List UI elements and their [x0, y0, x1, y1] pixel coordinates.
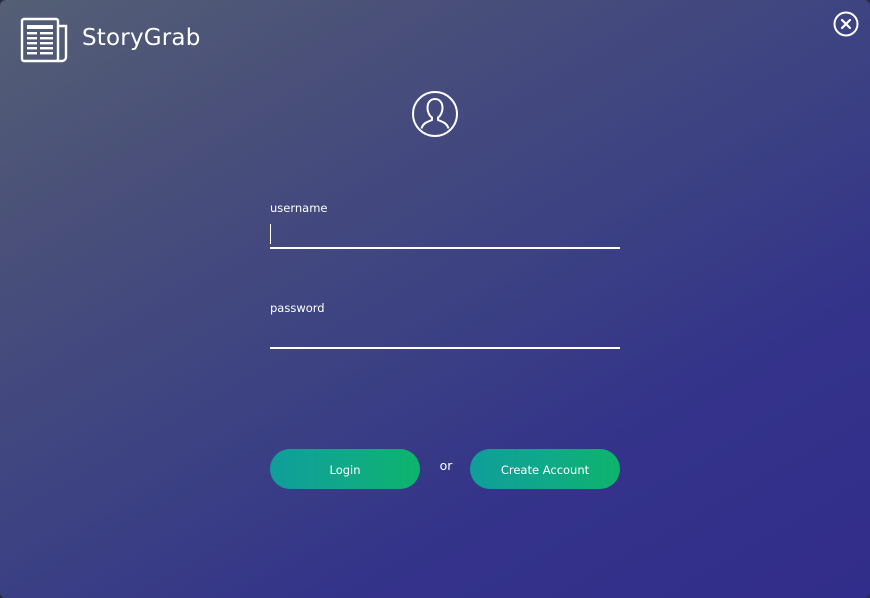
app-brand: StoryGrab [20, 16, 201, 64]
login-window: StoryGrab username password Login or Cre… [0, 0, 870, 598]
password-input[interactable] [270, 321, 620, 349]
close-circle-icon[interactable] [833, 11, 859, 37]
user-avatar-icon [412, 91, 458, 137]
or-separator: or [439, 458, 453, 473]
newspaper-icon [20, 17, 68, 63]
login-button[interactable]: Login [270, 449, 420, 489]
password-label: password [270, 301, 325, 315]
create-account-button[interactable]: Create Account [470, 449, 620, 489]
app-name: StoryGrab [82, 25, 201, 51]
password-field-group: password [270, 301, 620, 349]
username-label: username [270, 201, 328, 215]
username-input[interactable] [270, 221, 620, 249]
username-field-group: username [270, 201, 620, 249]
text-caret [270, 224, 271, 244]
